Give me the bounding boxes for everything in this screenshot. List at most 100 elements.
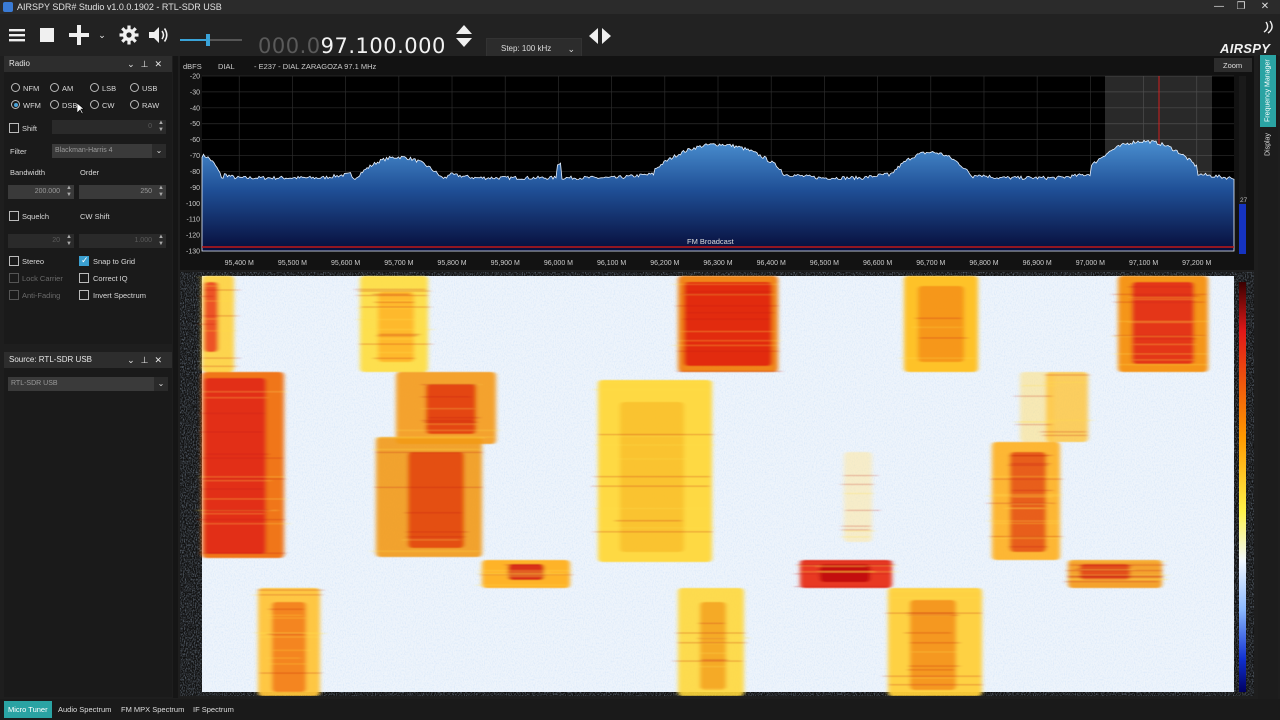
waterfall-display[interactable]	[180, 272, 1254, 696]
squelch-input[interactable]: 20 ▲ ▼	[8, 234, 74, 248]
mode-radio-am[interactable]	[50, 83, 59, 92]
waterfall-streak	[989, 537, 1064, 539]
mode-radio-raw[interactable]	[130, 100, 139, 109]
close-button[interactable]: ✕	[1254, 0, 1276, 14]
waterfall-streak	[1045, 419, 1094, 421]
cw-shift-input[interactable]: 1.000 ▲ ▼	[79, 234, 166, 248]
mode-radio-lsb[interactable]	[90, 83, 99, 92]
tab-micro-tuner[interactable]: Micro Tuner	[4, 701, 52, 718]
snap-to-grid-checkbox[interactable]	[79, 255, 89, 266]
mode-label-lsb: LSB	[102, 84, 117, 93]
plus-icon[interactable]	[66, 22, 92, 48]
airspy-logo: AIRSPY	[1220, 41, 1271, 56]
chevron-down-icon[interactable]: ⌄	[96, 22, 108, 48]
waterfall-signal-trace	[844, 452, 872, 542]
waterfall-streak	[677, 350, 780, 352]
spinner-icon[interactable]: ▲ ▼	[66, 234, 72, 248]
waterfall-streak	[904, 615, 952, 617]
waterfall-streak	[1015, 424, 1052, 426]
spectrum-plot[interactable]: dBFS DIAL - E237 - DIAL ZARAGOZA 97.1 MH…	[180, 56, 1254, 270]
tune-left-right-icon[interactable]	[588, 23, 612, 49]
squelch-checkbox[interactable]	[9, 211, 19, 221]
mode-label-raw: RAW	[142, 101, 160, 110]
waterfall-streak	[204, 480, 272, 482]
mode-radio-cw[interactable]	[90, 100, 99, 109]
waterfall-streak	[676, 370, 783, 372]
db-tick-label: -100	[186, 201, 200, 208]
waterfall-streak	[200, 457, 284, 459]
hamburger-menu-icon[interactable]	[6, 22, 28, 48]
anti-fading-checkbox[interactable]	[9, 290, 19, 300]
waterfall-streak	[258, 594, 323, 596]
waterfall-streak	[374, 301, 415, 303]
speaker-icon[interactable]	[147, 22, 171, 48]
invert-spectrum-checkbox[interactable]	[79, 290, 89, 300]
stereo-checkbox[interactable]	[9, 256, 19, 266]
panel-splitter[interactable]	[173, 56, 178, 698]
waterfall-streak	[817, 569, 873, 571]
frequency-up-down-icon[interactable]	[454, 23, 474, 49]
mode-radio-usb[interactable]	[130, 83, 139, 92]
waterfall-streak	[357, 290, 431, 292]
lock-carrier-label: Lock Carrier	[22, 274, 63, 283]
db-tick-label: -70	[190, 153, 200, 160]
waterfall-streak	[257, 636, 320, 638]
order-input[interactable]: 250 ▲ ▼	[79, 185, 166, 199]
waterfall-streak	[201, 391, 288, 393]
frequency-tick-label: 96,300 M	[703, 260, 732, 267]
volume-slider[interactable]	[180, 34, 242, 46]
tab-frequency-manager[interactable]: Frequency Manager	[1260, 55, 1276, 127]
panel-header-icons[interactable]: ⌄⊥✕	[127, 56, 168, 72]
bandwidth-input[interactable]: 200.000 ▲ ▼	[8, 185, 74, 199]
waterfall-streak	[1021, 385, 1058, 387]
waterfall-streak	[1067, 575, 1164, 577]
waterfall-streak	[404, 512, 463, 514]
waterfall-streak	[1112, 293, 1207, 295]
panel-header-icons[interactable]: ⌄⊥✕	[127, 352, 168, 368]
source-panel-title: Source: RTL-SDR USB	[9, 355, 92, 364]
maximize-button[interactable]: ❐	[1230, 0, 1252, 14]
frequency-tick-label: 97,200 M	[1182, 260, 1211, 267]
sdr-app-window: AIRSPY SDR# Studio v1.0.0.1902 - RTL-SDR…	[0, 0, 1280, 720]
waterfall-streak	[800, 564, 896, 566]
shift-checkbox[interactable]	[9, 123, 19, 133]
zoom-button-label: Zoom	[1223, 61, 1242, 70]
mode-radio-dsb[interactable]	[50, 100, 59, 109]
waterfall-streak	[700, 689, 729, 691]
source-device-select[interactable]: RTL-SDR USB ⌄	[8, 377, 168, 391]
mode-radio-nfm[interactable]	[11, 83, 20, 92]
lock-carrier-checkbox[interactable]	[9, 273, 19, 283]
tab-if-spectrum[interactable]: IF Spectrum	[189, 701, 238, 718]
spinner-icon[interactable]: ▲ ▼	[66, 185, 72, 199]
stop-icon[interactable]	[36, 22, 58, 48]
shift-input[interactable]: 0 ▲ ▼	[52, 120, 166, 134]
tab-audio-spectrum[interactable]: Audio Spectrum	[54, 701, 115, 718]
spinner-icon[interactable]: ▲ ▼	[158, 234, 164, 248]
mode-radio-wfm[interactable]	[11, 100, 20, 109]
spectrum-analyzer[interactable]: dBFS DIAL - E237 - DIAL ZARAGOZA 97.1 MH…	[180, 56, 1254, 270]
frequency-tick-label: 95,400 M	[225, 260, 254, 267]
waterfall-streak	[377, 300, 415, 302]
filter-select[interactable]: Blackman-Harris 4 ⌄	[52, 144, 166, 158]
waterfall-streak	[598, 434, 715, 436]
spinner-icon[interactable]: ▲ ▼	[158, 120, 164, 134]
correct-iq-checkbox[interactable]	[79, 273, 89, 283]
waterfall-plot[interactable]	[180, 272, 1254, 696]
waterfall-streak	[678, 340, 781, 342]
waterfall-streak	[675, 632, 746, 634]
tab-display[interactable]: Display	[1260, 129, 1276, 161]
frequency-display[interactable]: 000.097.100.000	[258, 34, 446, 58]
anti-fading-label: Anti-Fading	[22, 291, 61, 300]
waterfall-streak	[1011, 489, 1053, 491]
tab-fm-mpx-spectrum[interactable]: FM MPX Spectrum	[117, 701, 188, 718]
gear-icon[interactable]	[118, 22, 140, 48]
minimize-button[interactable]: —	[1208, 0, 1230, 14]
waterfall-streak	[911, 651, 958, 653]
spinner-icon[interactable]: ▲ ▼	[158, 185, 164, 199]
waterfall-streak	[794, 586, 889, 588]
waterfall-streak	[843, 493, 874, 495]
db-tick-label: -40	[190, 105, 200, 112]
waterfall-streak	[681, 330, 775, 332]
waterfall-streak	[593, 531, 713, 533]
db-tick-label: -50	[190, 121, 200, 128]
